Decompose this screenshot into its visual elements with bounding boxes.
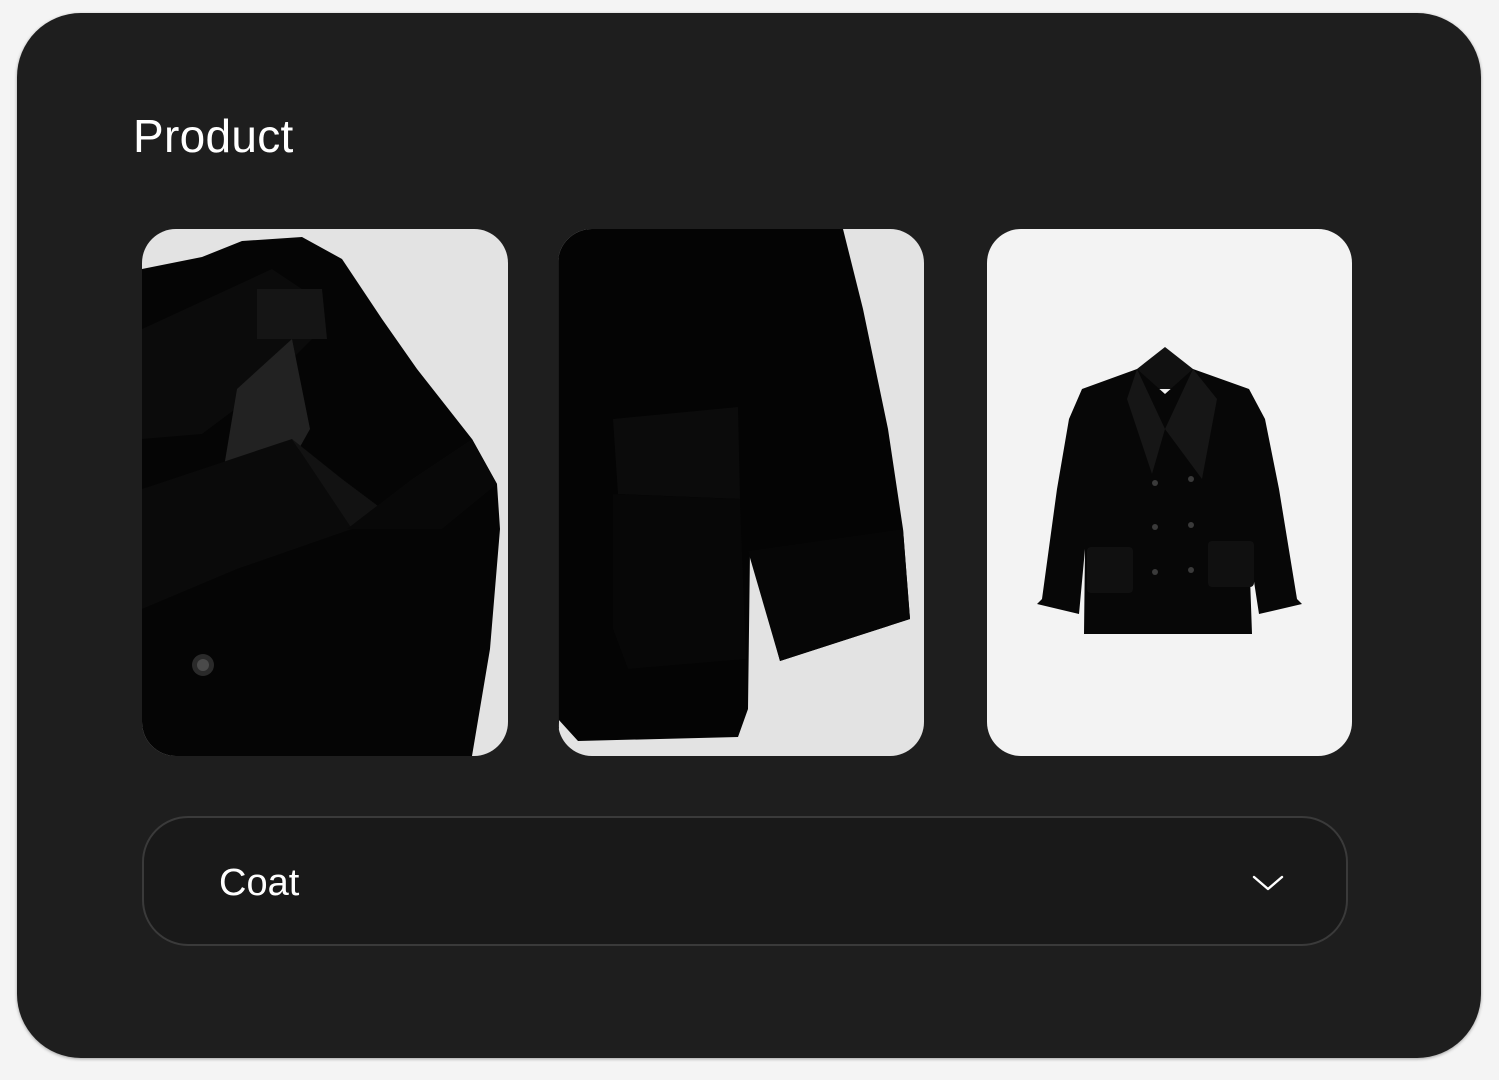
select-value: Coat	[219, 862, 300, 904]
product-image-pocket[interactable]	[558, 229, 924, 756]
product-type-select[interactable]: Coat	[142, 816, 1348, 946]
product-image-collar[interactable]	[142, 229, 508, 756]
page-title: Product	[133, 110, 294, 162]
chevron-down-icon[interactable]	[1252, 874, 1284, 892]
product-image-full[interactable]	[987, 229, 1352, 756]
product-card: Product Coat	[17, 13, 1481, 1058]
